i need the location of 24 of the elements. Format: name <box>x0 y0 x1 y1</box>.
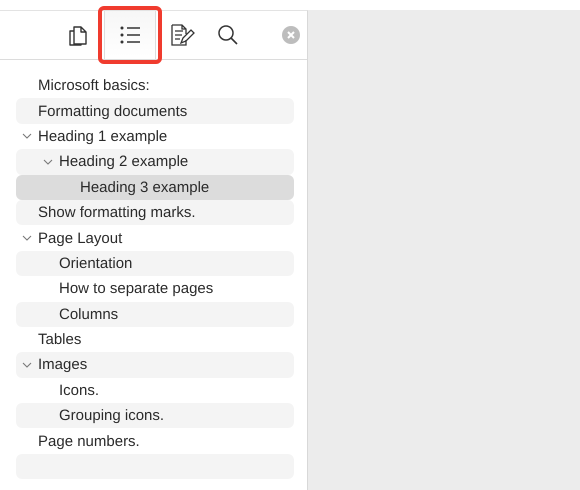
outline-tab[interactable] <box>104 11 156 59</box>
outline-item[interactable]: Show formatting marks. <box>16 200 294 226</box>
outline-item[interactable]: Page Layout <box>16 225 294 251</box>
outline-item[interactable]: Tables <box>16 326 294 352</box>
search-icon <box>217 24 239 46</box>
chevron-down-icon[interactable] <box>22 235 32 242</box>
outline-item[interactable]: Images <box>16 352 294 378</box>
outline-item[interactable]: Grouping icons. <box>16 403 294 428</box>
outline-item[interactable]: Page numbers. <box>16 428 294 454</box>
outline-item[interactable]: Heading 1 example <box>16 124 294 150</box>
document-pencil-icon <box>169 23 195 47</box>
outline-item[interactable]: Formatting documents <box>16 98 294 124</box>
outline-item[interactable]: Heading 3 example <box>16 174 294 200</box>
outline-item[interactable]: Heading 2 example <box>16 149 294 175</box>
outline-item[interactable]: Icons. <box>16 378 294 404</box>
chevron-down-icon[interactable] <box>22 362 32 368</box>
highlight-frame <box>98 6 162 64</box>
outline-item[interactable]: Columns <box>16 302 294 327</box>
chevron-down-icon[interactable] <box>22 133 32 140</box>
list-icon <box>119 24 141 46</box>
outline-item[interactable]: How to separate pages <box>16 276 294 302</box>
outline-item[interactable]: Microsoft basics: <box>16 73 294 98</box>
chevron-down-icon[interactable] <box>43 158 53 165</box>
outline-item[interactable]: Orientation <box>16 250 294 276</box>
